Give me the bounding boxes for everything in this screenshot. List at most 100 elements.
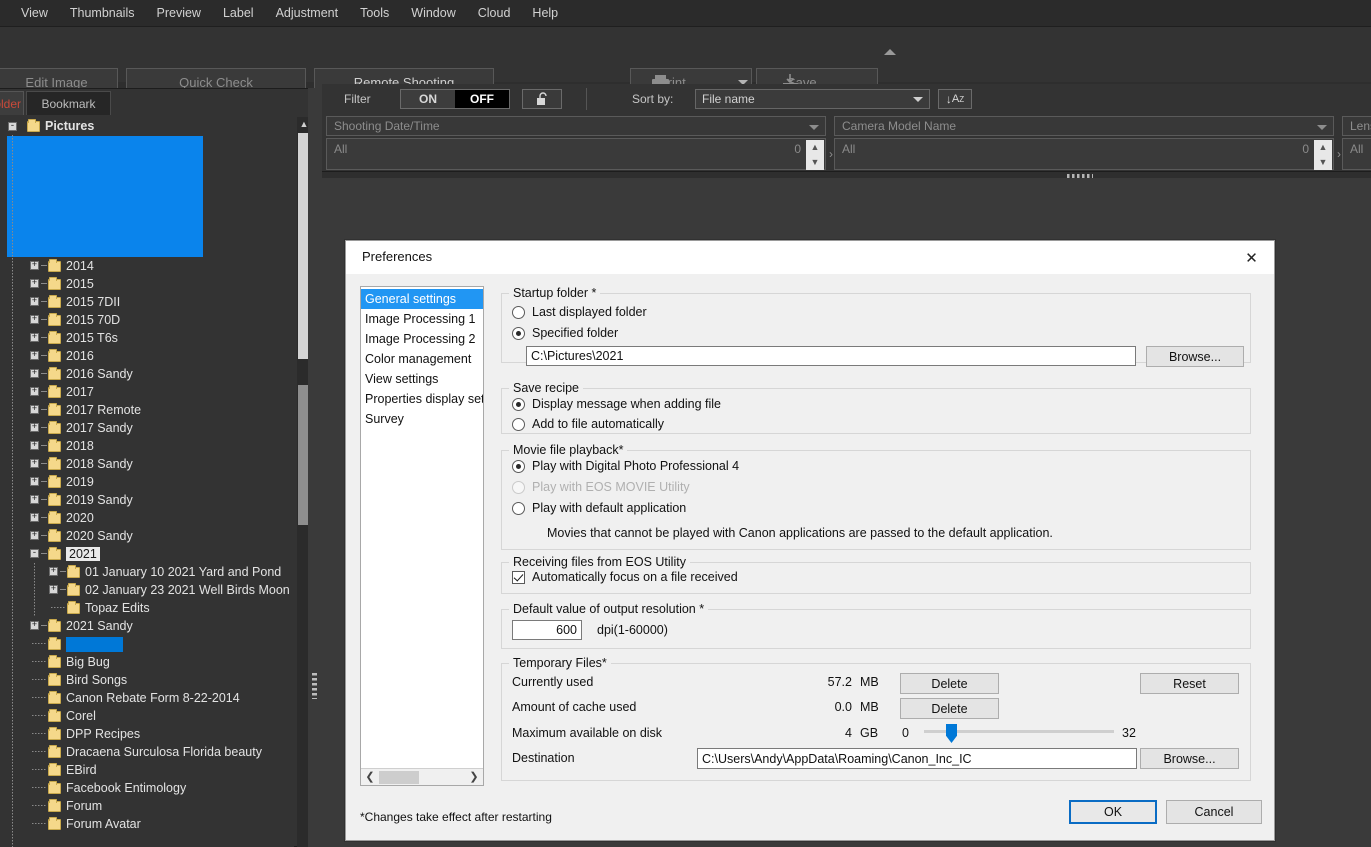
tree-collapse-toggle-icon[interactable]: - <box>8 122 17 131</box>
delete-cache-button[interactable]: Delete <box>900 698 999 719</box>
tree-item-2015[interactable]: +2015 <box>0 275 294 293</box>
checkbox-auto-focus-file-received[interactable]: Automatically focus on a file received <box>512 570 738 584</box>
filter-combo-camera-model[interactable]: Camera Model Name <box>834 116 1334 136</box>
startup-folder-browse-button[interactable]: Browse... <box>1146 346 1244 367</box>
scroll-right-arrow-icon[interactable]: ❯ <box>466 769 482 785</box>
tree-collapse-toggle-icon[interactable]: - <box>30 549 39 558</box>
menu-item-help[interactable]: Help <box>521 2 569 24</box>
tree-item-01-january-10-2021-yard-and-pond[interactable]: +01 January 10 2021 Yard and Pond <box>0 563 294 581</box>
radio-last-displayed-folder[interactable]: Last displayed folder <box>512 305 647 319</box>
startup-folder-path-input[interactable]: C:\Pictures\2021 <box>526 346 1136 366</box>
tree-item-dpp-recipes[interactable]: DPP Recipes <box>0 725 294 743</box>
tree-item-forum-avatar[interactable]: Forum Avatar <box>0 815 294 833</box>
filter-spinner[interactable]: ▲ ▼ <box>806 140 824 170</box>
category-item-image-processing-1[interactable]: Image Processing 1 <box>361 309 483 329</box>
tree-expand-toggle-icon[interactable]: + <box>30 261 39 270</box>
sort-by-select[interactable]: File name <box>695 89 930 109</box>
tree-expand-toggle-icon[interactable]: + <box>30 369 39 378</box>
destination-path-input[interactable]: C:\Users\Andy\AppData\Roaming\Canon_Inc_… <box>697 748 1137 769</box>
tree-item-facebook-entimology[interactable]: Facebook Entimology <box>0 779 294 797</box>
filter-on-segment[interactable]: ON <box>401 90 455 108</box>
tree-item-2016[interactable]: +2016 <box>0 347 294 365</box>
sort-direction-button[interactable]: ↓AZ <box>938 89 972 109</box>
filter-combo-shooting-date[interactable]: Shooting Date/Time <box>326 116 826 136</box>
tree-item-2019-sandy[interactable]: +2019 Sandy <box>0 491 294 509</box>
reset-button[interactable]: Reset <box>1140 673 1239 694</box>
tree-expand-toggle-icon[interactable]: + <box>30 459 39 468</box>
tree-expand-toggle-icon[interactable]: + <box>30 423 39 432</box>
category-item-properties-display-settin[interactable]: Properties display settin <box>361 389 483 409</box>
tree-expand-toggle-icon[interactable]: + <box>49 585 58 594</box>
filter-range-camera[interactable]: All 0 ▲ ▼ <box>834 138 1334 170</box>
category-item-survey[interactable]: Survey <box>361 409 483 429</box>
menu-item-adjustment[interactable]: Adjustment <box>265 2 350 24</box>
category-item-general-settings[interactable]: General settings <box>361 289 483 309</box>
radio-display-message-when-adding-file[interactable]: Display message when adding file <box>512 397 721 411</box>
collapse-arrow-icon[interactable] <box>884 49 896 55</box>
tree-expand-toggle-icon[interactable]: + <box>30 297 39 306</box>
tree-item-2020-sandy[interactable]: +2020 Sandy <box>0 527 294 545</box>
tree-expand-toggle-icon[interactable]: + <box>30 351 39 360</box>
destination-browse-button[interactable]: Browse... <box>1140 748 1239 769</box>
cancel-button[interactable]: Cancel <box>1166 800 1262 824</box>
spinner-up-icon[interactable]: ▲ <box>1314 140 1332 155</box>
tree-item-2015-t6s[interactable]: +2015 T6s <box>0 329 294 347</box>
menu-item-tools[interactable]: Tools <box>349 2 400 24</box>
menu-item-label[interactable]: Label <box>212 2 265 24</box>
filter-expand-chevron-icon[interactable]: › <box>829 147 833 161</box>
filter-off-segment[interactable]: OFF <box>455 90 509 108</box>
tree-item-forum[interactable]: Forum <box>0 797 294 815</box>
tree-item-ebird[interactable]: EBird <box>0 761 294 779</box>
tree-expand-toggle-icon[interactable]: + <box>30 279 39 288</box>
radio-specified-folder[interactable]: Specified folder <box>512 326 618 340</box>
filter-spinner[interactable]: ▲ ▼ <box>1314 140 1332 170</box>
tree-item-blank[interactable] <box>0 635 294 653</box>
tree-expand-toggle-icon[interactable]: + <box>30 405 39 414</box>
folder-tree[interactable]: -Pictures+2014+2015+2015 7DII+2015 70D+2… <box>0 117 294 847</box>
tree-item-canon-rebate-form-8-22-2014[interactable]: Canon Rebate Form 8-22-2014 <box>0 689 294 707</box>
tree-expand-toggle-icon[interactable]: + <box>30 531 39 540</box>
ok-button[interactable]: OK <box>1069 800 1157 824</box>
slider-knob[interactable] <box>946 724 957 743</box>
tree-item-corel[interactable]: Corel <box>0 707 294 725</box>
category-horizontal-scrollbar[interactable]: ❮ ❯ <box>361 768 483 785</box>
tree-expand-toggle-icon[interactable]: + <box>49 567 58 576</box>
tree-expand-toggle-icon[interactable]: + <box>30 441 39 450</box>
filter-expand-chevron-icon[interactable]: › <box>1337 147 1341 161</box>
category-item-view-settings[interactable]: View settings <box>361 369 483 389</box>
menu-item-preview[interactable]: Preview <box>146 2 212 24</box>
tree-item-2018[interactable]: +2018 <box>0 437 294 455</box>
filter-range-shooting[interactable]: All 0 ▲ ▼ <box>326 138 826 170</box>
tree-expand-toggle-icon[interactable]: + <box>30 621 39 630</box>
tree-item-2017[interactable]: +2017 <box>0 383 294 401</box>
category-scroll-thumb[interactable] <box>379 771 419 784</box>
filter-range-lens[interactable]: All <box>1342 138 1371 170</box>
filter-combo-lens[interactable]: Lens <box>1342 116 1371 136</box>
tree-expand-toggle-icon[interactable]: + <box>30 333 39 342</box>
tree-item-2016-sandy[interactable]: +2016 Sandy <box>0 365 294 383</box>
radio-add-to-file-automatically[interactable]: Add to file automatically <box>512 417 664 431</box>
category-item-image-processing-2[interactable]: Image Processing 2 <box>361 329 483 349</box>
category-item-color-management[interactable]: Color management <box>361 349 483 369</box>
tree-item-2017-remote[interactable]: +2017 Remote <box>0 401 294 419</box>
category-list[interactable]: General settingsImage Processing 1Image … <box>360 286 484 786</box>
tab-folder[interactable]: Folder <box>0 91 24 115</box>
tree-item-2014[interactable]: +2014 <box>0 257 294 275</box>
menu-item-thumbnails[interactable]: Thumbnails <box>59 2 146 24</box>
tree-item-2019[interactable]: +2019 <box>0 473 294 491</box>
delete-currently-used-button[interactable]: Delete <box>900 673 999 694</box>
scroll-left-arrow-icon[interactable]: ❮ <box>362 769 378 785</box>
tree-expand-toggle-icon[interactable]: + <box>30 495 39 504</box>
tree-item-2020[interactable]: +2020 <box>0 509 294 527</box>
tree-expand-toggle-icon[interactable]: + <box>30 513 39 522</box>
tree-item-2015-7dii[interactable]: +2015 7DII <box>0 293 294 311</box>
tree-item-big-bug[interactable]: Big Bug <box>0 653 294 671</box>
tree-expand-toggle-icon[interactable]: + <box>30 387 39 396</box>
tree-item-2021[interactable]: -2021 <box>0 545 294 563</box>
radio-play-with-default-application[interactable]: Play with default application <box>512 501 686 515</box>
tree-item-2015-70d[interactable]: +2015 70D <box>0 311 294 329</box>
tree-item-bird-songs[interactable]: Bird Songs <box>0 671 294 689</box>
menu-item-cloud[interactable]: Cloud <box>467 2 522 24</box>
filter-toggle[interactable]: ON OFF <box>400 89 510 109</box>
spinner-up-icon[interactable]: ▲ <box>806 140 824 155</box>
